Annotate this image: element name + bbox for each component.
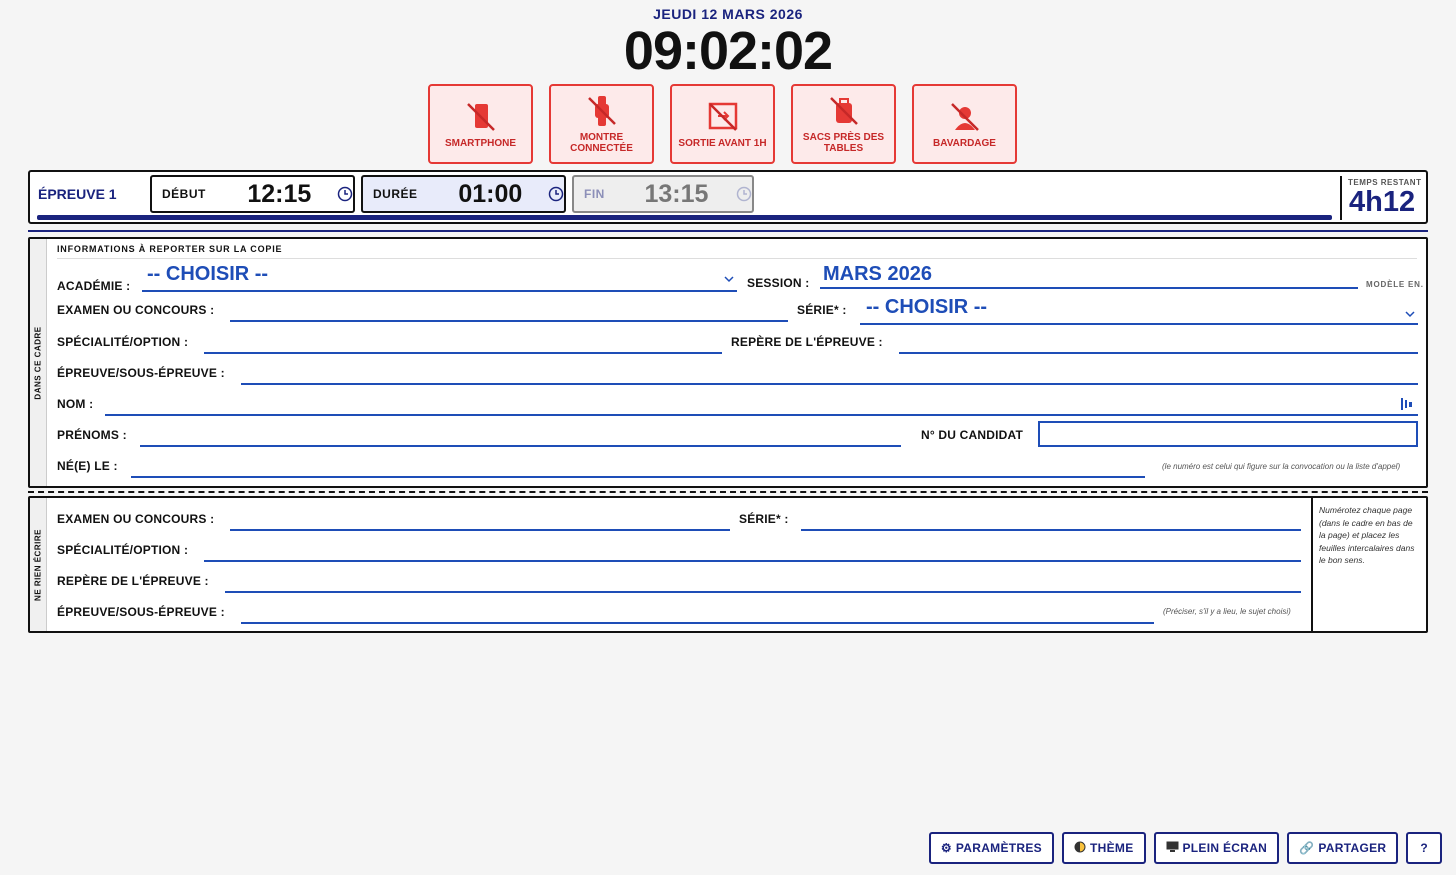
specialite-label: SPÉCIALITÉ/OPTION : [57, 335, 189, 349]
epreuve-title: ÉPREUVE 1 [38, 186, 117, 202]
link-icon: 🔗 [1299, 841, 1315, 855]
help-button[interactable]: ? [1406, 832, 1442, 864]
exam-progress-bar [37, 215, 1332, 220]
duree-value: 01:00 [458, 179, 523, 208]
serie-input[interactable] [801, 528, 1301, 531]
autofill-icon[interactable] [1400, 396, 1414, 417]
parametres-button[interactable]: ⚙ PARAMÈTRES [928, 832, 1054, 864]
serie-label: SÉRIE* : [797, 303, 847, 317]
clock-icon [337, 186, 353, 202]
fin-box: FIN 13:15 [572, 175, 754, 213]
divider [28, 230, 1428, 232]
theme-button[interactable]: THÈME [1062, 832, 1146, 864]
specialite-input[interactable] [204, 559, 1301, 562]
rule-smartphone[interactable]: SMARTPHONE [428, 84, 533, 164]
cut-line [28, 491, 1428, 493]
candidat-note: (le numéro est celui qui figure sur la c… [1162, 462, 1401, 471]
debut-label: DÉBUT [162, 187, 206, 201]
prenoms-label: PRÉNOMS : [57, 428, 127, 442]
epreuve-input[interactable] [241, 621, 1154, 624]
monitor-icon [1166, 841, 1179, 856]
specialite-label: SPÉCIALITÉ/OPTION : [57, 543, 189, 557]
nom-input[interactable] [105, 413, 1418, 416]
no-talking-icon [950, 102, 979, 131]
duree-label: DURÉE [373, 187, 418, 201]
share-button[interactable]: 🔗 PARTAGER [1287, 832, 1399, 864]
rule-label: SACS PRÈS DES TABLES [802, 132, 885, 154]
examen-input[interactable] [230, 319, 788, 322]
repere-label: REPÈRE DE L'ÉPREUVE : [57, 574, 209, 588]
fullscreen-button[interactable]: PLEIN ÉCRAN [1153, 832, 1280, 864]
rule-label: BAVARDAGE [933, 137, 996, 149]
rule-smartwatch[interactable]: MONTRE CONNECTÉE [549, 84, 654, 164]
no-smartwatch-icon [587, 96, 616, 126]
chevron-down-icon[interactable] [1405, 305, 1415, 323]
candidat-label: N° DU CANDIDAT [921, 428, 1024, 442]
clock-icon [548, 186, 564, 202]
academie-label: ACADÉMIE : [57, 279, 131, 293]
theme-icon [1074, 841, 1086, 856]
clock-icon [736, 186, 752, 202]
repere-input[interactable] [899, 351, 1418, 354]
epreuve-label: ÉPREUVE/SOUS-ÉPREUVE : [57, 366, 225, 380]
candidate-info-card: DANS CE CADRE INFORMATIONS À REPORTER SU… [28, 237, 1428, 488]
divider [1340, 176, 1342, 220]
gear-icon: ⚙ [940, 841, 952, 855]
copy-header-card: NE RIEN ÉCRIRE EXAMEN OU CONCOURS : SÉRI… [28, 496, 1428, 633]
epreuve-label: ÉPREUVE/SOUS-ÉPREUVE : [57, 605, 225, 619]
section-heading: INFORMATIONS À REPORTER SUR LA COPIE [57, 244, 283, 254]
repere-label: REPÈRE DE L'ÉPREUVE : [731, 335, 883, 349]
repere-input[interactable] [225, 590, 1301, 593]
debut-box[interactable]: DÉBUT 12:15 [150, 175, 355, 213]
no-smartphone-icon [466, 102, 495, 131]
bottom-toolbar: ⚙ PARAMÈTRES THÈME PLEIN ÉCRAN 🔗 PARTAGE… [928, 832, 1442, 864]
nele-label: NÉ(E) LE : [57, 459, 118, 473]
examen-input[interactable] [230, 528, 730, 531]
session-label: SESSION : [747, 276, 810, 290]
no-exit-icon [708, 102, 737, 131]
current-date: JEUDI 12 MARS 2026 [653, 6, 803, 22]
rule-label: SORTIE AVANT 1H [678, 137, 767, 149]
session-input[interactable]: MARS 2026 [823, 263, 932, 286]
nom-label: NOM : [57, 397, 94, 411]
rule-talking[interactable]: BAVARDAGE [912, 84, 1017, 164]
serie-select[interactable]: -- CHOISIR -- [866, 296, 987, 319]
modele-label: MODÈLE EN. [1366, 280, 1424, 289]
session-underline [820, 286, 1358, 289]
preciser-note: (Préciser, s'il y a lieu, le sujet chois… [1163, 607, 1291, 616]
exam-timer-bar: ÉPREUVE 1 DÉBUT 12:15 DURÉE 01:00 FIN 13… [28, 170, 1428, 224]
side-label: NE RIEN ÉCRIRE [30, 498, 47, 631]
rule-bag[interactable]: SACS PRÈS DES TABLES [791, 84, 896, 164]
duree-box[interactable]: DURÉE 01:00 [361, 175, 566, 213]
examen-label: EXAMEN OU CONCOURS : [57, 512, 215, 526]
academie-select[interactable]: -- CHOISIR -- [147, 263, 268, 286]
fin-label: FIN [584, 187, 605, 201]
remaining-value: 4h12 [1349, 186, 1416, 218]
specialite-input[interactable] [204, 351, 722, 354]
serie-label: SÉRIE* : [739, 512, 789, 526]
debut-value: 12:15 [247, 179, 312, 208]
chevron-down-icon[interactable] [724, 270, 734, 288]
current-clock: 09:02:02 [623, 21, 833, 81]
serie-underline [860, 322, 1418, 325]
fin-value: 13:15 [644, 179, 709, 208]
divider [57, 258, 1417, 259]
examen-label: EXAMEN OU CONCOURS : [57, 303, 215, 317]
rule-label: SMARTPHONE [444, 137, 517, 149]
epreuve-input[interactable] [241, 382, 1418, 385]
rules-bar: SMARTPHONE MONTRE CONNECTÉE SORTIE AVANT… [428, 84, 1017, 164]
no-bag-icon [829, 97, 858, 125]
academie-underline [142, 289, 737, 292]
page-instructions: Numérotez chaque page (dans le cadre en … [1319, 505, 1415, 565]
candidat-number-input[interactable] [1038, 421, 1418, 447]
rule-label: MONTRE CONNECTÉE [570, 132, 633, 154]
side-label: DANS CE CADRE [30, 239, 47, 486]
rule-exit[interactable]: SORTIE AVANT 1H [670, 84, 775, 164]
divider [1311, 498, 1313, 631]
nele-input[interactable] [131, 475, 1145, 478]
prenoms-input[interactable] [140, 444, 901, 447]
